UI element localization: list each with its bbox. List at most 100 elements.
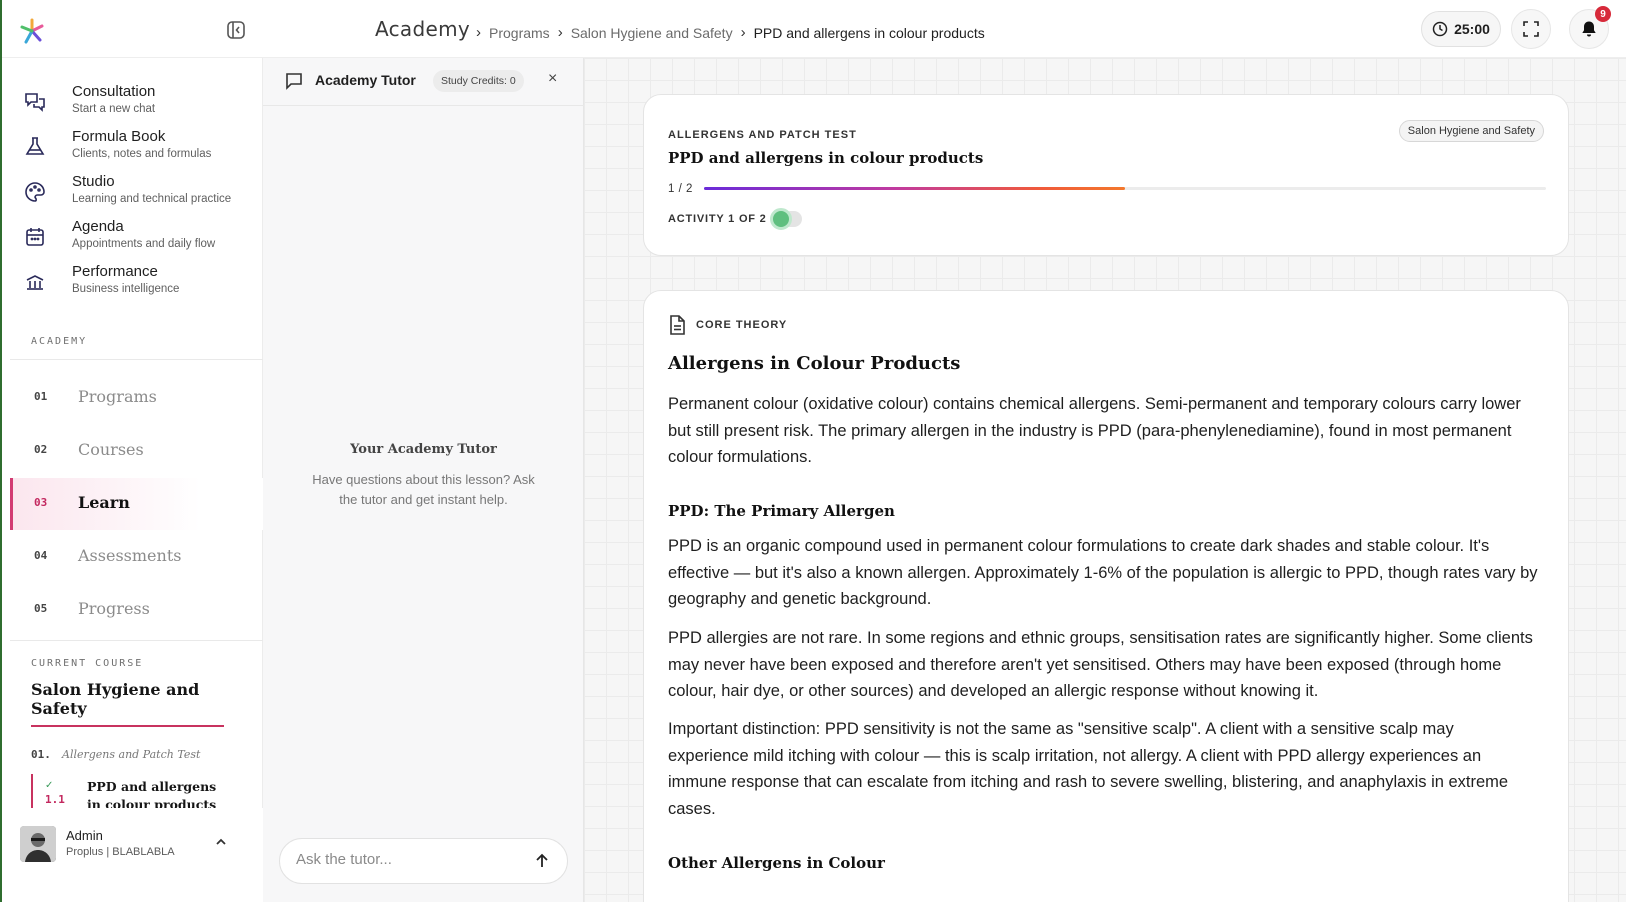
sidebar-item-subtitle: Clients, notes and formulas xyxy=(72,148,212,160)
chevron-up-icon[interactable] xyxy=(215,836,227,848)
paragraph: PPD allergies are not rare. In some regi… xyxy=(668,629,1533,700)
subsection-heading: Other Allergens in Colour xyxy=(668,854,885,872)
breadcrumb-separator-icon: › xyxy=(740,24,746,41)
check-icon: ✓ xyxy=(45,780,54,791)
breadcrumb-root[interactable]: Academy xyxy=(375,17,470,41)
divider xyxy=(10,640,263,641)
app-window: Academy › Programs › Salon Hygiene and S… xyxy=(0,0,1626,902)
tutor-empty-text: Have questions about this lesson? Ask th… xyxy=(312,472,535,507)
breadcrumb-course[interactable]: Salon Hygiene and Safety xyxy=(571,25,733,41)
module-number: 01. xyxy=(31,748,51,761)
session-timer[interactable]: 25:00 xyxy=(1421,11,1501,47)
breadcrumb-separator-icon: › xyxy=(476,24,481,41)
progress-count: 1 / 2 xyxy=(668,183,693,195)
sidebar-item-agenda[interactable]: Agenda Appointments and daily flow xyxy=(22,218,252,258)
lesson-item-current[interactable]: ✓ 1.1 PPD and allergens in colour produc… xyxy=(31,774,231,812)
sidebar-item-subtitle: Learning and technical practice xyxy=(72,193,232,205)
academy-section-label: ACADEMY xyxy=(31,336,88,347)
avatar[interactable] xyxy=(20,826,56,862)
sidebar-item-consultation[interactable]: Consultation Start a new chat xyxy=(22,83,252,123)
close-icon[interactable]: × xyxy=(548,70,557,88)
step-assessments[interactable]: 04 Assessments xyxy=(10,531,263,583)
core-theory-card: CORE THEORY Allergens in Colour Products… xyxy=(643,290,1569,902)
step-label: Progress xyxy=(78,599,150,618)
sidebar-item-title: Agenda xyxy=(72,218,124,235)
step-label: Assessments xyxy=(78,546,182,565)
breadcrumb-separator-icon: › xyxy=(557,24,563,41)
ask-tutor-input[interactable] xyxy=(296,851,516,868)
module-name[interactable]: Allergens and Patch Test xyxy=(62,748,200,761)
subsection-heading: PPD: The Primary Allergen xyxy=(668,502,895,520)
step-label: Courses xyxy=(78,440,144,459)
bell-icon xyxy=(1582,21,1596,37)
activity-label: ACTIVITY 1 OF 2 xyxy=(668,213,767,225)
course-badge: Salon Hygiene and Safety xyxy=(1398,120,1544,142)
sidebar-item-formula-book[interactable]: Formula Book Clients, notes and formulas xyxy=(22,128,252,168)
user-name: Admin xyxy=(66,828,103,843)
activity-step-indicator[interactable] xyxy=(770,208,802,230)
sidebar-item-studio[interactable]: Studio Learning and technical practice xyxy=(22,173,252,213)
progress-bar xyxy=(704,187,1546,190)
notifications-button[interactable]: 9 xyxy=(1569,6,1611,49)
timer-value: 25:00 xyxy=(1454,21,1490,37)
bank-chart-icon xyxy=(26,275,44,290)
sidebar-item-title: Performance xyxy=(72,263,158,280)
sidebar-item-title: Studio xyxy=(72,173,115,190)
sidebar-item-title: Consultation xyxy=(72,83,156,100)
sidebar-item-subtitle: Business intelligence xyxy=(72,283,180,295)
tutor-panel: Academy Tutor Study Credits: 0 × Your Ac… xyxy=(263,58,584,902)
lesson-content: ALLERGENS AND PATCH TEST PPD and allerge… xyxy=(584,58,1626,902)
lesson-progress-card: ALLERGENS AND PATCH TEST PPD and allerge… xyxy=(643,94,1569,256)
step-label: Learn xyxy=(78,493,130,512)
breadcrumb-programs[interactable]: Programs xyxy=(489,25,550,41)
step-number: 02 xyxy=(34,443,48,456)
sidebar-collapse-icon xyxy=(227,21,245,39)
user-photo-icon xyxy=(20,826,56,862)
step-progress[interactable]: 05 Progress xyxy=(10,584,263,636)
step-number: 05 xyxy=(34,602,48,615)
sidebar-item-title: Formula Book xyxy=(72,128,166,145)
document-icon xyxy=(670,315,685,335)
step-courses[interactable]: 02 Courses xyxy=(10,425,263,477)
top-bar: Academy › Programs › Salon Hygiene and S… xyxy=(2,0,1626,58)
lesson-number: 1.1 xyxy=(45,793,65,806)
section-kicker: CORE THEORY xyxy=(696,319,788,331)
flask-icon xyxy=(25,137,45,155)
collapse-sidebar-button[interactable] xyxy=(224,18,248,42)
user-menu[interactable]: Admin Proplus | BLABLABLA xyxy=(2,808,263,902)
current-course-label: CURRENT COURSE xyxy=(31,658,144,669)
ask-tutor-box xyxy=(279,838,568,884)
step-number: 01 xyxy=(34,390,48,403)
lesson-name: PPD and allergens in colour products xyxy=(87,779,217,812)
breadcrumb-current: PPD and allergens in colour products xyxy=(753,24,985,41)
lesson-title: PPD and allergens in colour products xyxy=(668,149,984,167)
step-programs[interactable]: 01 Programs xyxy=(10,372,263,424)
fullscreen-icon xyxy=(1523,21,1539,37)
sidebar-item-subtitle: Appointments and daily flow xyxy=(72,238,216,250)
clock-icon xyxy=(1432,21,1448,37)
tutor-empty-title: Your Academy Tutor xyxy=(350,442,497,457)
chat-bubbles-icon xyxy=(25,93,45,112)
section-heading: Allergens in Colour Products xyxy=(668,353,961,374)
palette-icon xyxy=(25,182,45,202)
send-arrow-up-icon[interactable] xyxy=(533,852,551,870)
activity-done-dot xyxy=(770,208,792,230)
sidebar-item-subtitle: Start a new chat xyxy=(72,103,156,115)
sidebar: Consultation Start a new chat Formula Bo… xyxy=(2,58,263,902)
tutor-header: Academy Tutor Study Credits: 0 × xyxy=(263,58,584,106)
calendar-icon xyxy=(26,228,44,246)
progress-bar-fill xyxy=(704,187,1125,190)
fullscreen-button[interactable] xyxy=(1511,9,1551,49)
step-learn[interactable]: 03 Learn xyxy=(10,478,263,530)
breadcrumb: › Programs › Salon Hygiene and Safety › … xyxy=(468,24,985,41)
divider xyxy=(10,359,263,360)
sidebar-item-performance[interactable]: Performance Business intelligence xyxy=(22,263,252,303)
current-course-title[interactable]: Salon Hygiene and Safety xyxy=(31,680,224,727)
notification-count-badge: 9 xyxy=(1595,6,1611,22)
step-number: 04 xyxy=(34,549,48,562)
tutor-title: Academy Tutor xyxy=(315,72,416,88)
message-square-icon xyxy=(286,73,302,90)
step-number: 03 xyxy=(34,496,48,509)
brand-logo-icon[interactable] xyxy=(18,17,46,45)
intro-paragraph: Permanent colour (oxidative colour) cont… xyxy=(668,395,1521,466)
